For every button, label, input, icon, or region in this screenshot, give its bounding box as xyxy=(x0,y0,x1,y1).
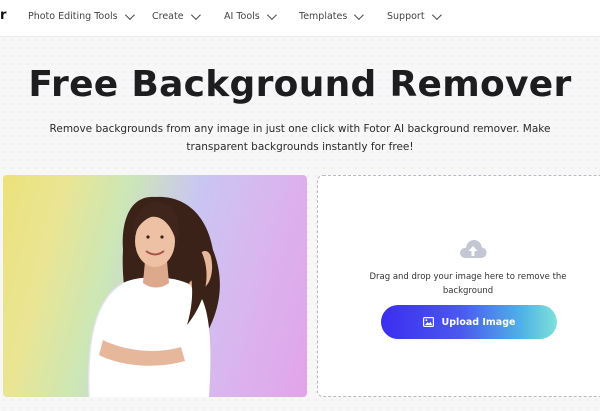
logo[interactable]: r xyxy=(0,8,6,23)
nav-item-label: Support xyxy=(387,11,425,22)
nav-item-photo-editing-tools[interactable]: Photo Editing Tools xyxy=(28,10,135,22)
woman-portrait-illustration xyxy=(87,196,220,397)
nav-item-ai-tools[interactable]: AI Tools xyxy=(224,10,277,22)
page-title: Free Background Remover xyxy=(28,64,572,105)
chevron-down-icon xyxy=(190,10,201,21)
nav-item-support[interactable]: Support xyxy=(387,10,442,22)
chevron-down-icon xyxy=(431,10,442,21)
upload-dropzone[interactable]: Drag and drop your image here to remove … xyxy=(317,175,600,397)
chevron-down-icon xyxy=(266,10,277,21)
dropzone-instruction: Drag and drop your image here to remove … xyxy=(369,272,567,296)
nav-item-label: Create xyxy=(152,11,184,22)
nav-item-label: Photo Editing Tools xyxy=(28,11,118,22)
top-navigation: r Photo Editing Tools Create AI Tools Te… xyxy=(0,0,600,37)
page-subtitle: Remove backgrounds from any image in jus… xyxy=(49,123,551,153)
nav-item-templates[interactable]: Templates xyxy=(299,10,365,22)
nav-item-label: AI Tools xyxy=(224,11,260,22)
image-icon xyxy=(422,317,434,327)
upload-button-label: Upload Image xyxy=(441,316,516,328)
upload-image-button[interactable]: Upload Image xyxy=(381,305,557,339)
nav-item-create[interactable]: Create xyxy=(152,10,201,22)
sample-photo xyxy=(3,175,307,397)
chevron-down-icon xyxy=(354,10,365,21)
cloud-upload-icon xyxy=(460,240,487,258)
chevron-down-icon xyxy=(124,10,135,21)
nav-item-label: Templates xyxy=(299,11,348,22)
